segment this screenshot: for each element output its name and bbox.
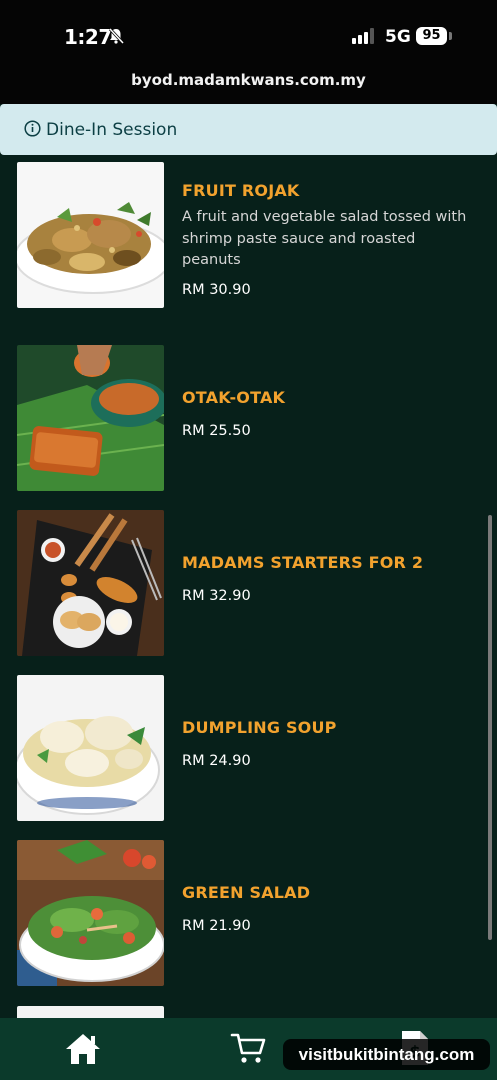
battery-icon [449,32,452,40]
menu-item-madams-starters[interactable]: MADAMS STARTERS FOR 2 RM 32.90 [17,510,497,656]
item-price: RM 25.50 [182,423,251,439]
item-name: FRUIT ROJAK [182,181,300,200]
home-icon[interactable] [64,1032,102,1070]
green-salad-info: GREEN SALAD RM 21.90 [182,883,310,934]
signal-icon [352,28,376,48]
dumpling-soup-info: DUMPLING SOUP RM 24.90 [182,718,337,769]
madams-starters-photo [17,510,164,656]
item-price: RM 32.90 [182,588,251,604]
status-bar: 1:27 5G 95 byod.madamkwans.com.my [0,0,497,104]
menu-item-fruit-rojak[interactable]: FRUIT ROJAK A fruit and vegetable salad … [17,162,497,308]
item-price: RM 24.90 [182,753,251,769]
fruit-rojak-info: FRUIT ROJAK A fruit and vegetable salad … [182,181,472,298]
info-icon [24,120,41,141]
item-name: GREEN SALAD [182,883,311,902]
watermark-text: visitbukitbintang.com [283,1039,490,1070]
menu-item-green-salad[interactable]: GREEN SALAD RM 21.90 [17,840,497,986]
item-description: A fruit and vegetable salad tossed with … [182,209,467,268]
menu-item-otak-otak[interactable]: OTAK-OTAK RM 25.50 [17,345,497,491]
dine-in-session-banner: Dine-In Session [0,104,497,155]
fruit-rojak-photo [17,162,164,308]
item-price: RM 21.90 [182,918,251,934]
clock-time: 1:27 [64,25,112,49]
otak-otak-info: OTAK-OTAK RM 25.50 [182,388,285,439]
item-name: OTAK-OTAK [182,388,286,407]
battery-level: 95 [416,27,447,45]
otak-otak-photo [17,345,164,491]
menu-item-dumpling-soup[interactable]: DUMPLING SOUP RM 24.90 [17,675,497,821]
item-name: DUMPLING SOUP [182,718,337,737]
madams-starters-info: MADAMS STARTERS FOR 2 RM 32.90 [182,553,423,604]
cart-icon[interactable] [230,1031,266,1069]
network-type: 5G [385,27,411,47]
scrollbar-thumb[interactable] [488,515,492,940]
dumpling-soup-photo [17,675,164,821]
bell-muted-icon [107,27,125,49]
green-salad-photo [17,840,164,986]
item-name: MADAMS STARTERS FOR 2 [182,553,424,572]
item-price: RM 30.90 [182,281,251,298]
session-label: Dine-In Session [46,120,178,140]
address-bar-url[interactable]: byod.madamkwans.com.my [0,71,497,89]
